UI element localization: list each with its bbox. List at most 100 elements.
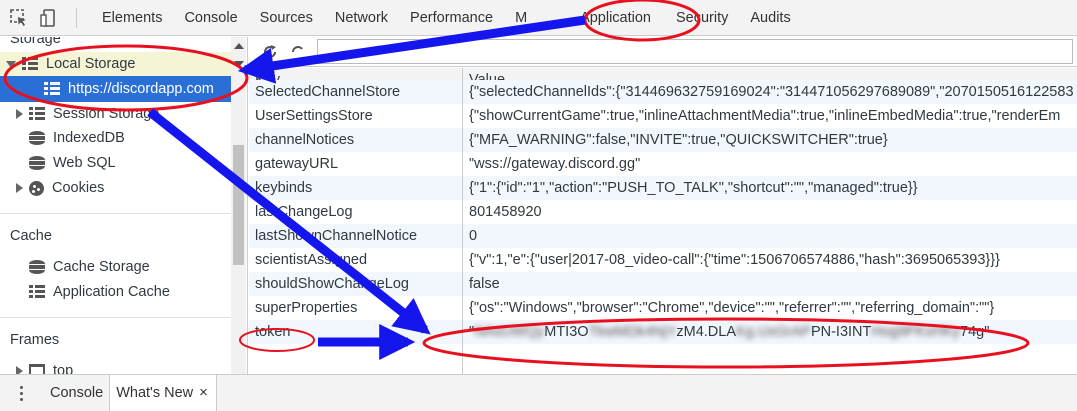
redacted-segment: NAsUWQy <box>474 324 545 340</box>
table-row[interactable]: UserSettingsStore {"showCurrentGame":true… <box>249 104 1077 128</box>
row-key: gatewayURL <box>249 152 463 176</box>
row-key: superProperties <box>249 296 463 320</box>
clear-icon[interactable] <box>289 43 307 61</box>
row-value: {"showCurrentGame":true,"inlineAttachmen… <box>469 108 1061 124</box>
tree-item-cache-storage[interactable]: Cache Storage <box>29 255 150 279</box>
tab-network[interactable]: Network <box>324 0 399 36</box>
cache-storage-label: Cache Storage <box>53 259 150 275</box>
cookies-label: Cookies <box>52 180 105 196</box>
inspect-element-icon[interactable] <box>8 7 30 29</box>
tree-item-cookies[interactable]: Cookies <box>16 176 104 200</box>
session-storage-label: Session Storage <box>53 106 160 122</box>
application-cache-label: Application Cache <box>53 284 170 300</box>
table-body: SelectedChannelStore {"selectedChannelIds… <box>249 80 1077 374</box>
tree-item-session-storage[interactable]: Session Storage <box>16 102 159 126</box>
tree-item-local-storage[interactable]: Local Storage <box>6 52 135 76</box>
top-frame-label: top <box>53 363 74 374</box>
tree-item-websql[interactable]: Web SQL <box>29 151 116 175</box>
token-visible-segment: PN-I3INT <box>810 324 872 340</box>
storage-grid-icon <box>29 285 45 299</box>
section-divider <box>0 317 231 318</box>
redacted-segment: Hog9PKxHKy <box>871 324 961 340</box>
websql-label: Web SQL <box>53 155 116 171</box>
table-row[interactable]: SelectedChannelStore {"selectedChannelIds… <box>249 80 1077 104</box>
row-value: false <box>469 276 500 292</box>
row-key: UserSettingsStore <box>249 104 463 128</box>
tab-application[interactable]: Application <box>566 0 665 36</box>
table-row[interactable]: lastShownChannelNotice 0 <box>249 224 1077 248</box>
row-key: channelNotices <box>249 128 463 152</box>
row-key: lastShownChannelNotice <box>249 224 463 248</box>
database-icon <box>29 156 45 170</box>
table-row[interactable]: keybinds {"1":{"id":"1","action":"PUSH_TO… <box>249 176 1077 200</box>
tab-memory[interactable]: M <box>504 0 566 36</box>
scroll-down-icon[interactable] <box>234 61 244 67</box>
tree-item-discordapp-origin[interactable]: https://discordapp.com <box>44 77 214 101</box>
row-key: SelectedChannelStore <box>249 80 463 104</box>
more-options-icon[interactable] <box>20 385 24 401</box>
row-value: 801458920 <box>469 204 542 220</box>
table-row[interactable]: scientistAssigned {"v":1,"e":{"user|2017-… <box>249 248 1077 272</box>
tab-audits[interactable]: Audits <box>739 0 801 36</box>
sidebar-scrollbar[interactable] <box>231 37 246 374</box>
drawer-tab-console[interactable]: Console <box>44 375 109 411</box>
token-visible-segment: 74g" <box>960 324 990 340</box>
table-row[interactable]: lastChangeLog 801458920 <box>249 200 1077 224</box>
section-divider <box>0 213 231 214</box>
row-value: {"selectedChannelIds":{"3144696327591690… <box>469 84 1074 100</box>
storage-table: Key Value SelectedChannelStore{"selected… <box>249 68 1077 374</box>
collapse-arrow-icon[interactable] <box>16 366 23 374</box>
collapse-arrow-icon[interactable] <box>16 109 23 119</box>
table-row[interactable]: channelNotices {"MFA_WARNING":false,"INVI… <box>249 128 1077 152</box>
storage-grid-icon <box>29 107 45 121</box>
scroll-up-icon[interactable] <box>234 43 244 49</box>
table-row[interactable]: gatewayURL "wss://gateway.discord.gg" <box>249 152 1077 176</box>
close-icon[interactable]: × <box>199 384 208 401</box>
filter-input[interactable] <box>317 39 1073 64</box>
row-key: keybinds <box>249 176 463 200</box>
database-icon <box>29 131 45 145</box>
tab-sources[interactable]: Sources <box>249 0 324 36</box>
drawer-tab-bar: Console What's New × <box>0 374 1077 411</box>
row-key: lastChangeLog <box>249 200 463 224</box>
token-row[interactable]: token "NAsUWQyMTI3OTkwMDk4NjYzM4.DLAKg.U… <box>249 320 1077 344</box>
collapse-arrow-icon[interactable] <box>16 183 23 193</box>
row-value: 0 <box>469 228 478 244</box>
whats-new-label: What's New <box>116 385 194 401</box>
cookie-icon <box>29 180 44 196</box>
token-visible-segment: MTI3O <box>544 324 589 340</box>
row-key: scientistAssigned <box>249 248 463 272</box>
redacted-segment: TkwMDk4NjY <box>588 324 677 340</box>
drawer-tab-whats-new[interactable]: What's New × <box>109 375 217 411</box>
local-storage-panel: Key Value SelectedChannelStore{"selected… <box>249 37 1077 374</box>
table-filler <box>249 344 1077 374</box>
expand-arrow-icon[interactable] <box>6 60 16 68</box>
tree-item-application-cache[interactable]: Application Cache <box>29 280 170 304</box>
frames-section-header: Frames <box>10 332 60 348</box>
device-toolbar-icon[interactable] <box>38 7 60 29</box>
tab-performance[interactable]: Performance <box>399 0 504 36</box>
token-key: token <box>249 320 463 344</box>
tree-item-indexeddb[interactable]: IndexedDB <box>29 126 125 150</box>
indexeddb-label: IndexedDB <box>53 130 125 146</box>
devtools-tab-bar: Elements Console Sources Network Perform… <box>0 0 1077 36</box>
row-value: {"MFA_WARNING":false,"INVITE":true,"QUIC… <box>469 132 888 148</box>
refresh-icon[interactable] <box>261 43 279 61</box>
database-icon <box>29 260 45 274</box>
storage-grid-icon <box>44 82 60 96</box>
row-value: "wss://gateway.discord.gg" <box>469 156 641 172</box>
token-visible-segment: zM4.DLA <box>676 324 737 340</box>
application-sidebar: Storage Local Storage https://discordapp… <box>0 37 248 374</box>
tab-console[interactable]: Console <box>173 0 248 36</box>
table-row[interactable]: shouldShowChangeLog false <box>249 272 1077 296</box>
tree-item-top-frame[interactable]: top <box>16 359 73 374</box>
row-value: {"1":{"id":"1","action":"PUSH_TO_TALK","… <box>469 180 918 196</box>
tab-elements[interactable]: Elements <box>91 0 173 36</box>
filler-value-cell <box>463 344 1077 374</box>
scrollbar-thumb[interactable] <box>233 145 244 265</box>
tab-security[interactable]: Security <box>665 0 739 36</box>
row-key: shouldShowChangeLog <box>249 272 463 296</box>
row-value: {"os":"Windows","browser":"Chrome","devi… <box>469 300 995 316</box>
storage-grid-icon <box>22 57 38 71</box>
table-row[interactable]: superProperties {"os":"Windows","browser"… <box>249 296 1077 320</box>
